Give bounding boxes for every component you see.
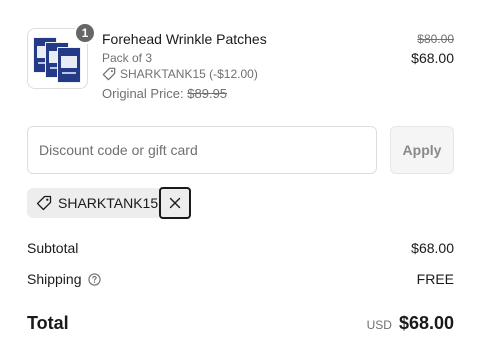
total-currency: USD <box>366 318 392 332</box>
shipping-value: FREE <box>416 271 454 287</box>
product-name: Forehead Wrinkle Patches <box>102 31 267 47</box>
original-price-value: $89.95 <box>187 86 228 101</box>
total-label: Total <box>27 313 69 333</box>
discount-code-input[interactable] <box>27 126 377 174</box>
close-icon <box>169 197 181 209</box>
total-amount: $68.00 <box>398 313 454 333</box>
tag-icon <box>36 195 52 211</box>
line-price: $68.00 <box>411 50 454 66</box>
original-price-label: Original Price: <box>102 86 184 101</box>
shipping-row-label: Shipping <box>27 271 101 287</box>
subtotal-value: $68.00 <box>411 240 454 256</box>
tag-icon <box>102 67 116 81</box>
applied-discount-chip: SHARKTANK15 <box>27 186 192 219</box>
total-value-group: USD $68.00 <box>367 313 454 334</box>
remove-discount-button[interactable] <box>159 186 192 219</box>
help-circle-icon[interactable] <box>87 272 101 286</box>
product-variant: Pack of 3 <box>102 51 153 65</box>
shipping-label: Shipping <box>27 271 82 287</box>
line-discount: SHARKTANK15 (-$12.00) <box>102 67 258 81</box>
quantity-badge: 1 <box>74 22 96 44</box>
subtotal-label: Subtotal <box>27 240 79 256</box>
line-discount-text: SHARKTANK15 (-$12.00) <box>120 67 258 81</box>
compare-at-price: $80.00 <box>417 32 454 46</box>
applied-discount-code: SHARKTANK15 <box>58 195 159 211</box>
original-price: Original Price: $89.95 <box>102 86 227 101</box>
apply-button[interactable]: Apply <box>390 126 454 174</box>
